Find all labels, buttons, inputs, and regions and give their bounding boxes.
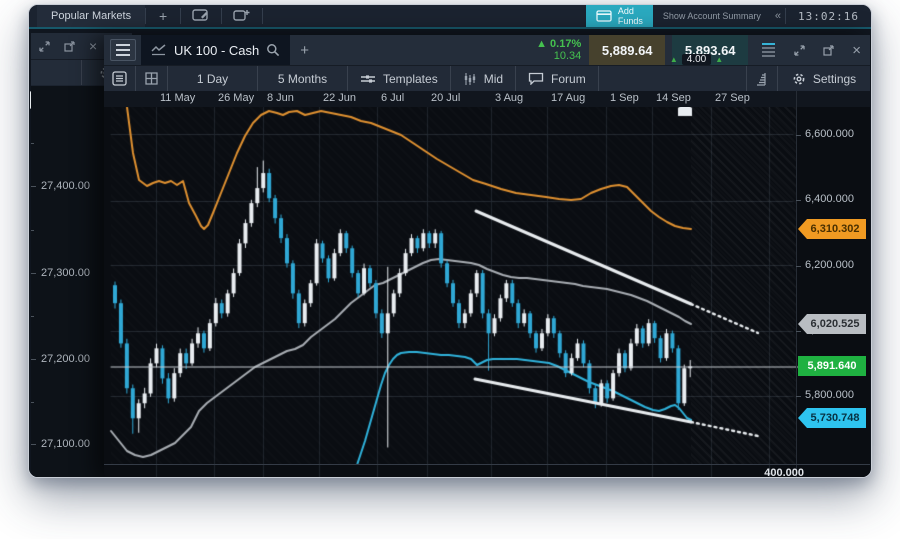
- card-icon: [596, 10, 612, 22]
- new-chart-tab-button[interactable]: +: [290, 42, 319, 59]
- axis-minor-tick: [31, 230, 34, 231]
- chart-window: UK 100 - Cash + ▲ 0.17% 10.34 5,889.64 5…: [104, 35, 870, 478]
- date-axis-label: 6 Jul: [381, 92, 404, 104]
- axis-tick: [31, 186, 36, 187]
- app-window: Popular Markets +: [28, 4, 872, 478]
- spread-indicator: ▲ 4.00 ▲: [609, 54, 784, 65]
- restore-icon[interactable]: [785, 45, 814, 56]
- sliders-icon: [360, 73, 376, 85]
- right-axis-label: 6,200.000: [805, 259, 854, 271]
- chart-window-titlebar: UK 100 - Cash + ▲ 0.17% 10.34 5,889.64 5…: [104, 35, 870, 65]
- left-axis-label: 27,100.00: [41, 438, 90, 450]
- axis-tick: [796, 396, 801, 397]
- axis-tick: [31, 444, 36, 445]
- axis-minor-tick: [31, 402, 34, 403]
- axis-tick: [31, 273, 36, 274]
- monitor-edit-icon: [192, 9, 210, 23]
- date-axis-label: 20 Jul: [431, 92, 460, 104]
- date-axis-label: 8 Jun: [267, 92, 294, 104]
- date-axis-label: 14 Sep: [656, 92, 691, 104]
- edit-workspace-button[interactable]: [181, 5, 221, 27]
- axis-tick: [796, 266, 801, 267]
- restore-icon[interactable]: [39, 41, 50, 52]
- volume-pane[interactable]: 400.000: [104, 464, 870, 478]
- price-tag-mid: 6,020.525: [798, 314, 866, 334]
- chart-area[interactable]: 11 May 26 May 8 Jun 22 Jun 6 Jul 20 Jul 3 Aug 1…: [104, 91, 870, 478]
- date-axis-label: 26 May: [218, 92, 254, 104]
- axis-tick: [796, 135, 801, 136]
- right-axis-label: 6,400.000: [805, 193, 854, 205]
- toolbar-cell[interactable]: [31, 60, 82, 85]
- popout-icon[interactable]: [64, 41, 75, 52]
- screen: Popular Markets +: [0, 0, 900, 539]
- axis-minor-tick: [31, 316, 34, 317]
- grid-icon: [144, 71, 159, 86]
- range-selector[interactable]: 5 Months: [258, 66, 348, 91]
- interval-selector[interactable]: 1 Day: [168, 66, 258, 91]
- workspace-tab-popular-markets[interactable]: Popular Markets: [37, 5, 145, 27]
- forum-button[interactable]: Forum: [516, 66, 599, 91]
- chart-toolbar: 1 Day 5 Months Templates Mid: [104, 65, 870, 91]
- speech-bubble-icon: [528, 72, 544, 85]
- session-clock: 13:02:16: [786, 5, 871, 27]
- scale-icon: [755, 72, 769, 86]
- left-axis-label: 27,300.00: [41, 267, 90, 279]
- left-axis-label: 27,400.00: [41, 180, 90, 192]
- popout-icon[interactable]: [814, 45, 843, 56]
- axis-tick: [31, 359, 36, 360]
- change-absolute: 10.34: [536, 50, 581, 62]
- layout-grid-button[interactable]: [136, 66, 168, 91]
- axis-tick: [796, 331, 801, 332]
- close-icon[interactable]: ×: [89, 38, 97, 54]
- price-axis-border: [796, 91, 797, 478]
- workspace: × 27,400.00 27,300.00 27,200.00 27,100.00: [29, 31, 871, 477]
- collapse-chevron-icon[interactable]: «: [771, 5, 785, 27]
- candlestick-chart-canvas[interactable]: [104, 91, 870, 478]
- date-axis-label: 3 Aug: [495, 92, 523, 104]
- monitor-add-icon: [233, 9, 251, 23]
- spread-value: 4.00: [682, 54, 711, 65]
- add-funds-label: AddFunds: [618, 6, 643, 26]
- top-bar: Popular Markets +: [29, 5, 871, 29]
- change-percent: ▲ 0.17%: [536, 38, 581, 50]
- price-tag-last: 5,891.640: [798, 356, 866, 376]
- gear-icon: [792, 72, 806, 86]
- right-axis-label: 6,600.000: [805, 128, 854, 140]
- left-axis-label: 27,200.00: [41, 353, 90, 365]
- right-axis-label: 5,800.000: [805, 389, 854, 401]
- show-account-summary-button[interactable]: Show Account Summary: [653, 5, 771, 27]
- price-change: ▲ 0.17% 10.34: [536, 38, 581, 62]
- add-funds-button[interactable]: AddFunds: [586, 5, 653, 27]
- mid-price-button[interactable]: Mid: [451, 66, 516, 91]
- price-tag-lower: 5,730.748: [798, 408, 866, 428]
- date-axis[interactable]: 11 May 26 May 8 Jun 22 Jun 6 Jul 20 Jul 3 Aug 1…: [104, 91, 870, 107]
- axis-minor-tick: [31, 143, 34, 144]
- depth-scale-button[interactable]: [747, 66, 778, 91]
- settings-button[interactable]: Settings: [778, 66, 870, 91]
- date-axis-label: 11 May: [160, 92, 195, 104]
- date-axis-label: 17 Aug: [551, 92, 585, 104]
- list-icon: [112, 71, 127, 86]
- up-triangle-icon: ▲: [670, 55, 678, 64]
- date-axis-label: 1 Sep: [610, 92, 639, 104]
- axis-tick: [796, 200, 801, 201]
- volume-axis-label: 400.000: [764, 467, 804, 478]
- candles-icon: [463, 72, 477, 86]
- watchlist-button[interactable]: [104, 66, 136, 91]
- menu-button[interactable]: [110, 39, 136, 61]
- search-icon[interactable]: [266, 43, 280, 57]
- add-window-button[interactable]: [222, 5, 262, 27]
- price-tag-upper: 6,310.302: [798, 219, 866, 239]
- market-tab-label: UK 100 - Cash: [174, 43, 259, 58]
- new-workspace-button[interactable]: +: [146, 5, 180, 27]
- market-tab-uk100[interactable]: UK 100 - Cash: [141, 35, 290, 65]
- date-axis-label: 22 Jun: [323, 92, 356, 104]
- close-icon[interactable]: ×: [843, 42, 870, 59]
- chart-line-icon: [151, 44, 167, 56]
- up-triangle-icon: ▲: [715, 55, 723, 64]
- templates-button[interactable]: Templates: [348, 66, 451, 91]
- date-axis-label: 27 Sep: [715, 92, 750, 104]
